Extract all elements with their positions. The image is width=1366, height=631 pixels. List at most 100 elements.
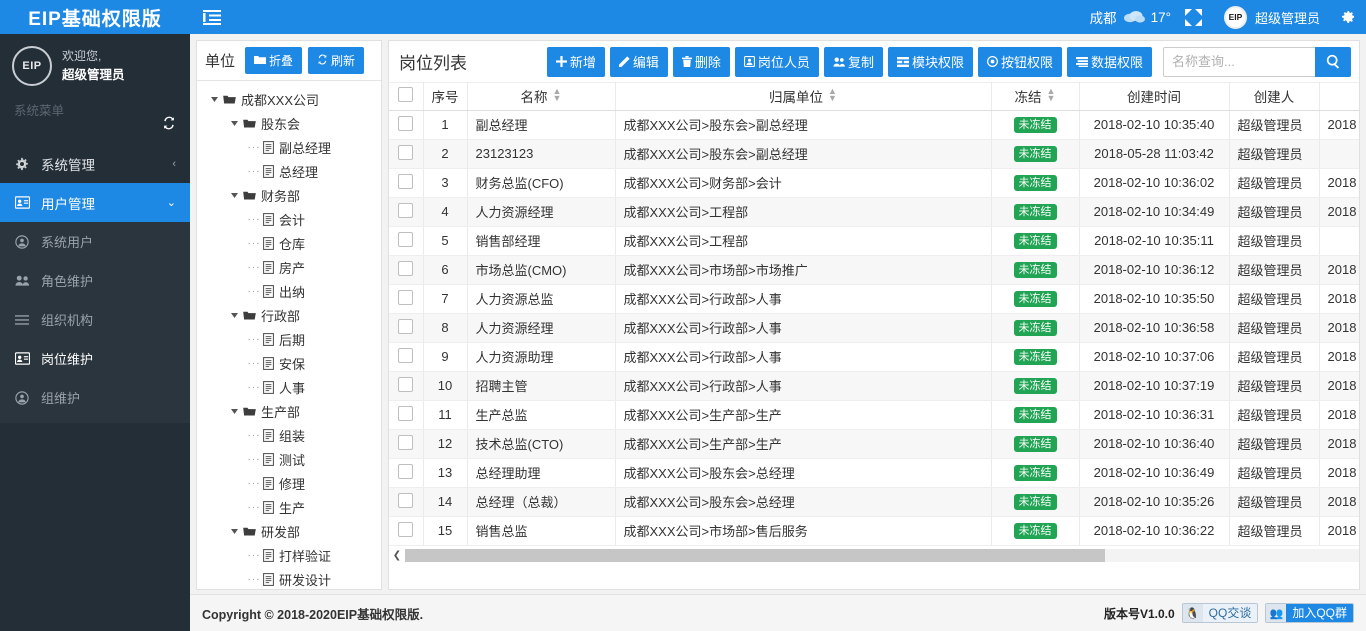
col-header-name[interactable]: 名称 ▲ ▼ <box>467 83 616 111</box>
tree-leaf-connector[interactable]: ··· <box>245 358 263 369</box>
tree-node[interactable]: ··· 人事 <box>197 375 381 399</box>
qq-group-button[interactable]: 👥 加入QQ群 <box>1265 603 1354 623</box>
gear-icon[interactable] <box>1340 9 1356 25</box>
select-all-checkbox[interactable] <box>398 87 414 103</box>
toolbar-button-按钮权限[interactable]: 按钮权限 <box>977 46 1062 77</box>
table-row[interactable]: 2 23123123 成都XXX公司>股东会>副总经理 未冻结 2018-05-28 1… <box>389 139 1359 169</box>
tree-leaf-connector[interactable]: ··· <box>245 262 263 273</box>
row-checkbox[interactable] <box>398 463 414 479</box>
row-checkbox[interactable] <box>398 492 414 508</box>
tree-leaf-connector[interactable]: ··· <box>245 286 263 297</box>
tree-node[interactable]: ··· 后期 <box>197 327 381 351</box>
tree-leaf-connector[interactable]: ··· <box>245 382 263 393</box>
toolbar-button-复制[interactable]: 复制 <box>823 46 883 77</box>
search-button[interactable] <box>1315 46 1351 77</box>
row-checkbox[interactable] <box>398 202 414 218</box>
tree-leaf-connector[interactable]: ··· <box>245 430 263 441</box>
sidebar-item-system-users[interactable]: 系统用户 <box>0 222 190 261</box>
toolbar-button-岗位人员[interactable]: 岗位人员 <box>734 46 819 77</box>
col-header-frozen[interactable]: 冻结 ▲ ▼ <box>991 83 1080 111</box>
table-row[interactable]: 6 市场总监(CMO) 成都XXX公司>市场部>市场推广 未冻结 2018-02-10 … <box>389 255 1359 285</box>
tree-node[interactable]: ··· 组装 <box>197 423 381 447</box>
table-row[interactable]: 4 人力资源经理 成都XXX公司>工程部 未冻结 2018-02-10 10:34:49… <box>389 197 1359 227</box>
table-row[interactable]: 10 招聘主管 成都XXX公司>行政部>人事 未冻结 2018-02-10 10:37:… <box>389 371 1359 401</box>
sidebar-item-user-management[interactable]: 用户管理 ⌄ <box>0 183 190 222</box>
tree-node[interactable]: 成都XXX公司 <box>197 87 381 111</box>
collapse-button[interactable]: 折叠 <box>245 47 303 74</box>
scrollbar-thumb[interactable] <box>405 549 1105 562</box>
table-row[interactable]: 12 技术总监(CTO) 成都XXX公司>生产部>生产 未冻结 2018-02-10 1… <box>389 429 1359 459</box>
tree-node[interactable]: ··· 出纳 <box>197 279 381 303</box>
tree-toggle-icon[interactable] <box>225 407 243 416</box>
row-checkbox[interactable] <box>398 231 414 247</box>
sidebar-item-organization[interactable]: 组织机构 <box>0 300 190 339</box>
table-row[interactable]: 3 财务总监(CFO) 成都XXX公司>财务部>会计 未冻结 2018-02-10 10… <box>389 168 1359 198</box>
tree-toggle-icon[interactable] <box>225 311 243 320</box>
tree-node[interactable]: 研发部 <box>197 519 381 543</box>
row-checkbox[interactable] <box>398 318 414 334</box>
row-checkbox[interactable] <box>398 173 414 189</box>
unit-tree-body[interactable]: 成都XXX公司 股东会 ··· 副总经理 ··· 总经理 财务部 ··· 会计 ··· 仓库 ··· 房… <box>197 81 381 590</box>
row-checkbox[interactable] <box>398 434 414 450</box>
refresh-icon[interactable] <box>162 116 176 133</box>
tree-toggle-icon[interactable] <box>205 95 223 104</box>
tree-toggle-icon[interactable] <box>225 527 243 536</box>
tree-leaf-connector[interactable]: ··· <box>245 214 263 225</box>
sort-icon[interactable]: ▲ ▼ <box>553 87 562 103</box>
tree-node[interactable]: ··· 打样验证 <box>197 543 381 567</box>
horizontal-scrollbar[interactable]: ❮ <box>389 547 1359 564</box>
table-row[interactable]: 11 生产总监 成都XXX公司>生产部>生产 未冻结 2018-02-10 10:36:… <box>389 400 1359 430</box>
sidebar-item-group-maintenance[interactable]: 组维护 <box>0 378 190 417</box>
sort-icon[interactable]: ▲ ▼ <box>828 87 837 103</box>
table-row[interactable]: 5 销售部经理 成都XXX公司>工程部 未冻结 2018-02-10 10:35:11 超… <box>389 226 1359 256</box>
scroll-left-icon[interactable]: ❮ <box>389 550 405 561</box>
tree-node[interactable]: ··· 会计 <box>197 207 381 231</box>
tree-node[interactable]: ··· 测试 <box>197 447 381 471</box>
fullscreen-icon[interactable] <box>1184 8 1202 26</box>
hamburger-icon[interactable] <box>190 0 234 34</box>
tree-node[interactable]: ··· 房产 <box>197 255 381 279</box>
row-checkbox[interactable] <box>398 405 414 421</box>
tree-node[interactable]: 生产部 <box>197 399 381 423</box>
row-checkbox[interactable] <box>398 144 414 160</box>
tree-toggle-icon[interactable] <box>225 119 243 128</box>
tree-leaf-connector[interactable]: ··· <box>245 334 263 345</box>
tree-node[interactable]: ··· 仓库 <box>197 231 381 255</box>
toolbar-button-编辑[interactable]: 编辑 <box>609 46 668 77</box>
tree-node[interactable]: 财务部 <box>197 183 381 207</box>
tree-node[interactable]: ··· 修理 <box>197 471 381 495</box>
tree-leaf-connector[interactable]: ··· <box>245 478 263 489</box>
row-checkbox[interactable] <box>398 347 414 363</box>
sidebar-item-position-maintenance[interactable]: 岗位维护 <box>0 339 190 378</box>
row-checkbox[interactable] <box>398 521 414 537</box>
tree-node[interactable]: ··· 副总经理 <box>197 135 381 159</box>
row-checkbox[interactable] <box>398 376 414 392</box>
sidebar-item-role-maintenance[interactable]: 角色维护 <box>0 261 190 300</box>
tree-node[interactable]: ··· 安保 <box>197 351 381 375</box>
tree-leaf-connector[interactable]: ··· <box>245 238 263 249</box>
tree-leaf-connector[interactable]: ··· <box>245 574 263 585</box>
table-row[interactable]: 13 总经理助理 成都XXX公司>股东会>总经理 未冻结 2018-02-10 10:3… <box>389 458 1359 488</box>
tree-node[interactable]: ··· 生产 <box>197 495 381 519</box>
tree-leaf-connector[interactable]: ··· <box>245 502 263 513</box>
table-row[interactable]: 9 人力资源助理 成都XXX公司>行政部>人事 未冻结 2018-02-10 10:37… <box>389 342 1359 372</box>
tree-leaf-connector[interactable]: ··· <box>245 166 263 177</box>
toolbar-button-删除[interactable]: 删除 <box>672 46 730 77</box>
table-row[interactable]: 15 销售总监 成都XXX公司>市场部>售后服务 未冻结 2018-02-10 10:3… <box>389 516 1359 546</box>
tree-node[interactable]: ··· 总经理 <box>197 159 381 183</box>
scrollbar-track[interactable] <box>405 549 1359 562</box>
tree-toggle-icon[interactable] <box>225 191 243 200</box>
user-menu[interactable]: EIP 超级管理员 <box>1223 5 1320 29</box>
table-row[interactable]: 7 人力资源总监 成都XXX公司>行政部>人事 未冻结 2018-02-10 10:35… <box>389 284 1359 314</box>
toolbar-button-新增[interactable]: 新增 <box>546 46 605 77</box>
qq-chat-button[interactable]: 🐧 QQ交谈 <box>1181 603 1259 623</box>
row-checkbox[interactable] <box>398 289 414 305</box>
toolbar-button-数据权限[interactable]: 数据权限 <box>1066 46 1152 77</box>
toolbar-button-模块权限[interactable]: 模块权限 <box>887 46 973 77</box>
tree-leaf-connector[interactable]: ··· <box>245 142 263 153</box>
table-row[interactable]: 1 副总经理 成都XXX公司>股东会>副总经理 未冻结 2018-02-10 10:35… <box>389 110 1359 140</box>
tree-refresh-button[interactable]: 刷新 <box>308 47 365 74</box>
tree-node[interactable]: ··· 研发设计 <box>197 567 381 590</box>
row-checkbox[interactable] <box>398 115 414 131</box>
tree-node[interactable]: 行政部 <box>197 303 381 327</box>
